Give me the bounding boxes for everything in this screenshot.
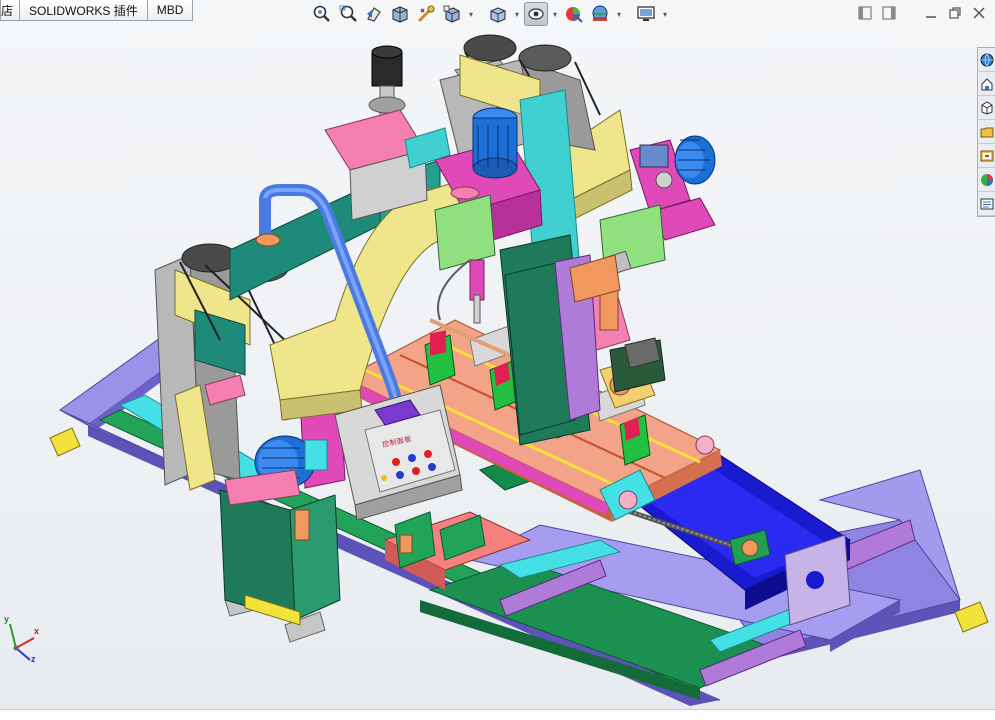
tab-mbd-label: MBD — [156, 3, 184, 17]
apply-scene-dropdown-icon[interactable]: ▾ — [614, 2, 624, 26]
display-style-icon[interactable] — [486, 2, 510, 26]
hide-show-items-icon[interactable] — [524, 2, 548, 26]
section-view-icon[interactable] — [388, 2, 412, 26]
previous-view-icon[interactable] — [362, 2, 386, 26]
coordinate-triad: y x z — [0, 612, 48, 668]
status-strip — [0, 709, 995, 720]
triad-y-label: y — [4, 614, 10, 624]
graphics-area[interactable]: 控制面板 — [0, 0, 995, 710]
view-settings-dropdown-icon[interactable]: ▾ — [660, 2, 670, 26]
solidworks-resources-icon[interactable] — [978, 48, 995, 72]
triad-z-label: z — [31, 654, 36, 664]
command-manager-tabs: 店 SOLIDWORKS 插件 MBD — [0, 0, 194, 21]
tab-partial-label: 店 — [1, 3, 14, 18]
tab-solidworks-addins[interactable]: SOLIDWORKS 插件 — [19, 0, 148, 21]
view-orientation-dropdown-icon[interactable]: ▾ — [466, 2, 476, 26]
appearances-scenes-icon[interactable] — [978, 144, 995, 168]
view-palette-icon[interactable] — [978, 120, 995, 144]
close-icon[interactable] — [969, 4, 989, 22]
triad-x-label: x — [34, 626, 40, 636]
design-library-icon[interactable] — [978, 72, 995, 96]
apply-scene-icon[interactable] — [588, 2, 612, 26]
tab-partial[interactable]: 店 — [0, 0, 21, 21]
custom-properties-icon[interactable] — [978, 168, 995, 192]
edit-appearance-icon[interactable] — [562, 2, 586, 26]
zoom-to-area-icon[interactable] — [336, 2, 360, 26]
dynamic-annotation-views-icon[interactable] — [414, 2, 438, 26]
restore-icon[interactable] — [945, 4, 965, 22]
display-style-dropdown-icon[interactable]: ▾ — [512, 2, 522, 26]
machine-assembly-model[interactable] — [0, 0, 995, 710]
zoom-to-fit-icon[interactable] — [310, 2, 334, 26]
view-orientation-icon[interactable] — [440, 2, 464, 26]
left-column[interactable] — [154, 243, 346, 626]
task-pane-tabs — [977, 47, 995, 217]
heads-up-view-toolbar: ▾ ▾ ▾ ▾ ▾ — [310, 2, 670, 26]
tile-left-icon[interactable] — [855, 4, 875, 22]
tab-solidworks-addins-label: SOLIDWORKS 插件 — [29, 3, 138, 18]
minimize-icon[interactable] — [921, 4, 941, 22]
forum-icon[interactable] — [978, 192, 995, 216]
window-controls — [855, 4, 989, 22]
file-explorer-icon[interactable] — [978, 96, 995, 120]
view-settings-icon[interactable] — [634, 2, 658, 26]
tab-mbd[interactable]: MBD — [146, 0, 194, 21]
tile-right-icon[interactable] — [879, 4, 899, 22]
hide-show-dropdown-icon[interactable]: ▾ — [550, 2, 560, 26]
